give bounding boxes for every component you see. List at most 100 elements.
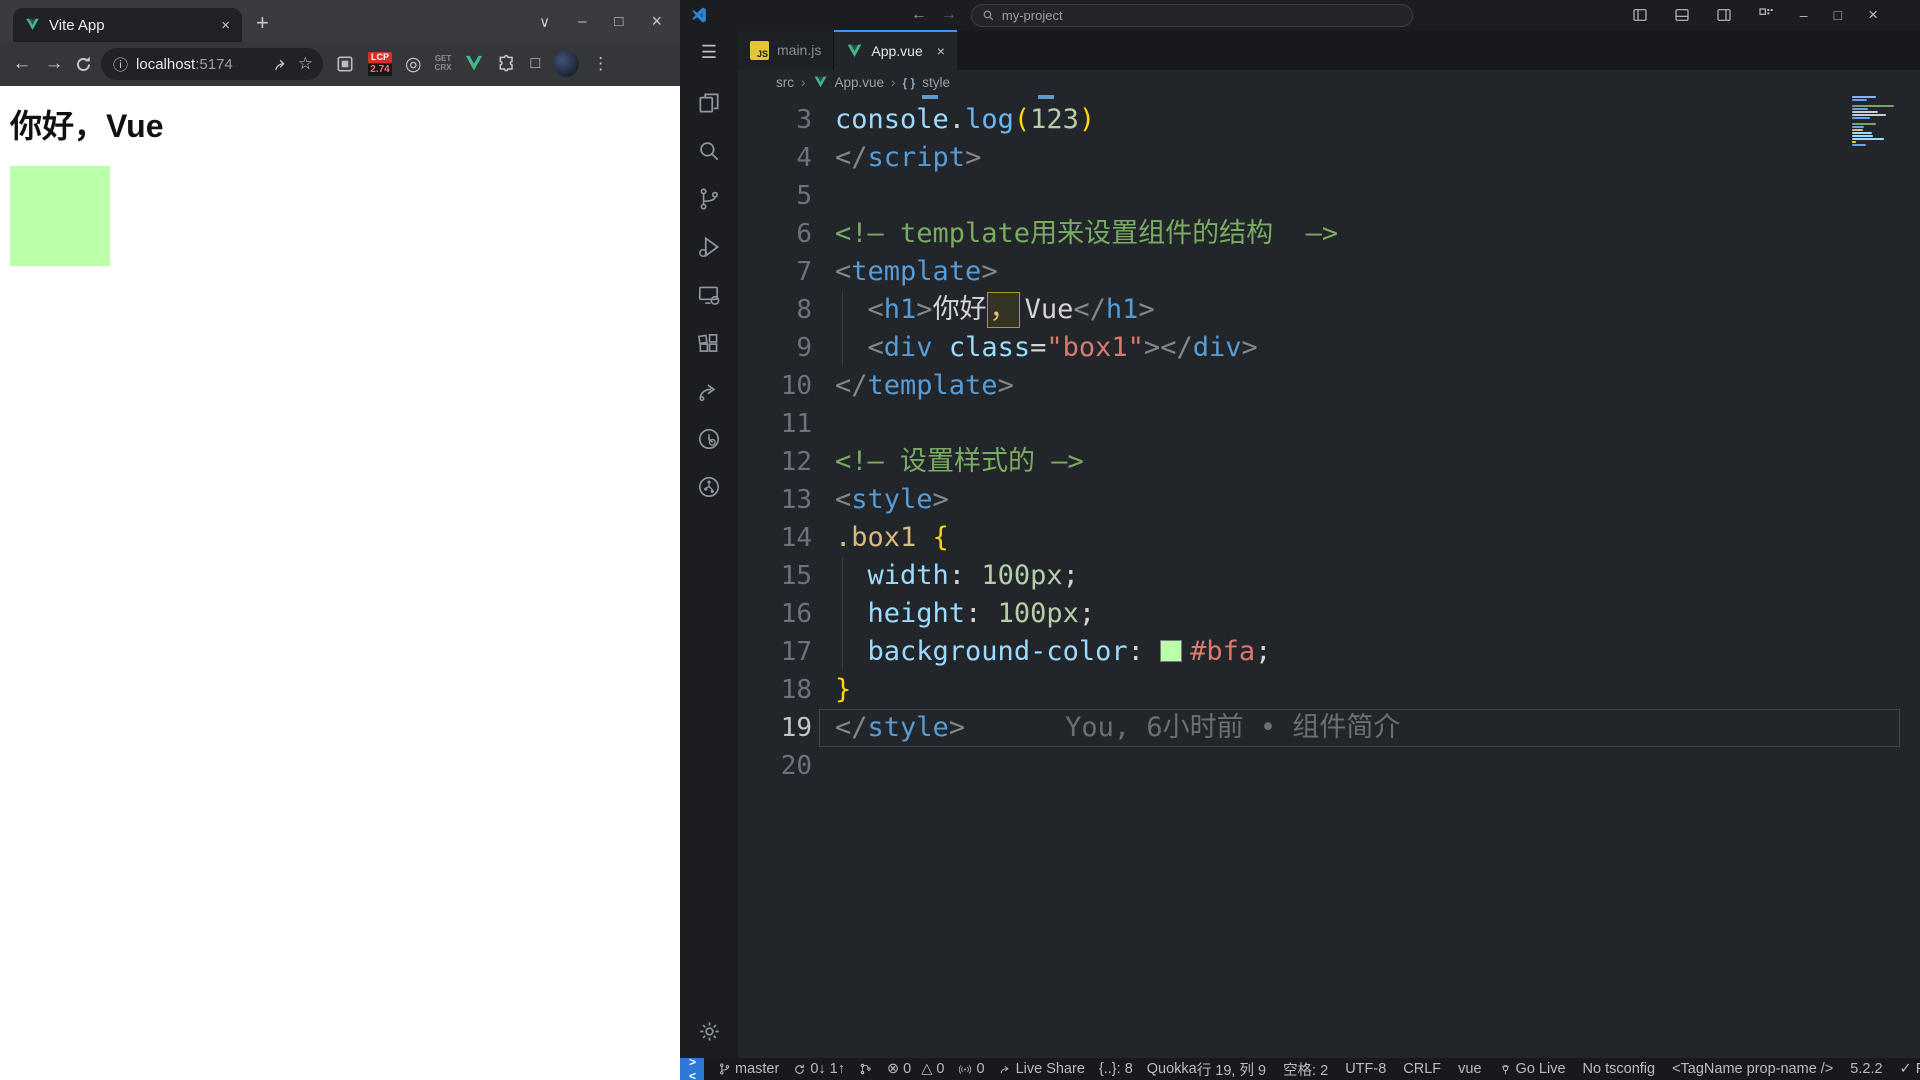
search-sidebar-icon[interactable] <box>680 127 738 175</box>
code-line-8[interactable]: 8 <h1>你好， Vue</h1> <box>738 291 1920 329</box>
status-problems[interactable]: ⊗ 0 △ 0 <box>887 1061 944 1077</box>
vscode-minimize-button[interactable]: – <box>1800 7 1808 23</box>
vscode-maximize-button[interactable]: □ <box>1834 7 1842 23</box>
browser-minimize-button[interactable]: – <box>578 13 586 30</box>
new-tab-button[interactable]: + <box>256 10 269 36</box>
status-sync[interactable]: 0↓ 1↑ <box>793 1061 845 1077</box>
browser-profile-avatar[interactable] <box>553 51 580 77</box>
line-number: 14 <box>780 523 812 553</box>
browser-close-button[interactable]: × <box>651 11 662 32</box>
code-editor[interactable]: 23console.log(123)4</script>56<!— templa… <box>738 95 1920 1058</box>
status-prettier[interactable]: ✓ Prettier <box>1900 1061 1920 1077</box>
status-quokka[interactable]: Quokka <box>1147 1061 1197 1077</box>
get-crx-extension-icon[interactable]: GET CRX <box>434 54 452 73</box>
status-cursor-position[interactable]: 行 19, 列 9 <box>1197 1059 1266 1080</box>
browser-maximize-button[interactable]: □ <box>614 13 623 30</box>
status-live-share[interactable]: Live Share <box>999 1061 1085 1077</box>
minimap[interactable] <box>1852 95 1906 150</box>
tab-app-vue-close-icon[interactable]: × <box>937 43 945 59</box>
browser-menu-dots-icon[interactable]: ⋮ <box>592 54 609 74</box>
code-line-13[interactable]: 13 <style> <box>738 481 1920 519</box>
menu-burger-icon[interactable]: ☰ <box>701 42 717 63</box>
code-line-9[interactable]: 9 <div class="box1"></div> <box>738 329 1920 367</box>
run-debug-icon[interactable] <box>680 223 738 271</box>
javascript-file-icon: JS <box>750 40 769 60</box>
site-info-icon[interactable]: ⓘ <box>113 54 128 75</box>
lcp-value: 2.74 <box>368 64 392 76</box>
status-version[interactable]: 5.2.2 <box>1850 1061 1882 1077</box>
code-line-16[interactable]: 16 height: 100px; <box>738 595 1920 633</box>
remote-explorer-icon[interactable] <box>680 271 738 319</box>
line-number: 20 <box>780 751 812 781</box>
code-line-18[interactable]: 18} <box>738 671 1920 709</box>
extensions-icon[interactable] <box>680 319 738 367</box>
status-brackets-count[interactable]: {..}: 8 <box>1099 1061 1133 1077</box>
status-ports[interactable]: 0 <box>958 1061 985 1077</box>
live-share-icon[interactable] <box>680 367 738 415</box>
browser-profile-chevron-icon[interactable]: ∨ <box>539 13 550 31</box>
status-tagname-hint[interactable]: <TagName prop-name /> <box>1672 1061 1833 1077</box>
code-line-6[interactable]: 6 <!— template用来设置组件的结构 —> <box>738 215 1920 253</box>
code-line-7[interactable]: 7 <template> <box>738 253 1920 291</box>
code-line-14[interactable]: 14 .box1 { <box>738 519 1920 557</box>
back-icon[interactable]: ← <box>10 53 34 75</box>
editor-back-icon[interactable]: ← <box>911 6 927 24</box>
status-git-graph[interactable] <box>859 1062 873 1076</box>
address-bar[interactable]: ⓘ localhost:5174 ☆ <box>101 48 323 80</box>
bookmark-star-icon[interactable]: ☆ <box>298 54 313 74</box>
code-line-4[interactable]: 4 </script> <box>738 139 1920 177</box>
customize-layout-icon[interactable] <box>1758 7 1774 23</box>
extensions-puzzle-icon[interactable] <box>497 54 517 74</box>
status-tsconfig[interactable]: No tsconfig <box>1583 1061 1656 1077</box>
line-number: 3 <box>796 105 812 135</box>
line-number: 11 <box>780 409 812 439</box>
explorer-icon[interactable] <box>680 79 738 127</box>
toggle-secondary-sidebar-icon[interactable] <box>1716 7 1732 23</box>
code-line-12[interactable]: 12 <!— 设置样式的 —> <box>738 443 1920 481</box>
line-number: 15 <box>780 561 812 591</box>
extension-square-icon[interactable] <box>335 54 355 74</box>
tab-main-js[interactable]: JS main.js <box>738 30 835 70</box>
status-go-live[interactable]: Go Live <box>1499 1061 1566 1077</box>
breadcrumb-symbol[interactable]: style <box>922 75 950 90</box>
code-line-19[interactable]: 19 </style> You, 6小时前 • 组件简介 <box>738 709 1920 747</box>
side-panel-icon[interactable]: □ <box>530 55 540 73</box>
vue-devtools-icon[interactable] <box>464 55 484 73</box>
tab-close-icon[interactable]: × <box>221 17 230 34</box>
status-language-mode[interactable]: vue <box>1458 1061 1481 1077</box>
editor-forward-icon[interactable]: → <box>941 6 957 24</box>
code-line-20[interactable]: 20 <box>738 747 1920 785</box>
status-indentation[interactable]: 空格: 2 <box>1283 1059 1328 1080</box>
code-line-3[interactable]: 3 console.log(123) <box>738 101 1920 139</box>
source-control-icon[interactable] <box>680 175 738 223</box>
code-line-11[interactable]: 11 <box>738 405 1920 443</box>
toggle-panel-icon[interactable] <box>1674 7 1690 23</box>
gitlens-icon[interactable] <box>680 415 738 463</box>
target-extension-icon[interactable]: ◎ <box>405 53 422 76</box>
get-crx-line2: CRX <box>434 63 452 72</box>
lcp-label: LCP <box>368 52 392 63</box>
status-encoding[interactable]: UTF-8 <box>1345 1061 1386 1077</box>
share-icon[interactable] <box>273 56 290 73</box>
status-branch[interactable]: master <box>718 1061 779 1077</box>
git-graph-icon[interactable] <box>680 463 738 511</box>
toggle-sidebar-icon[interactable] <box>1632 7 1648 23</box>
breadcrumb-src[interactable]: src <box>776 75 794 90</box>
code-line-5[interactable]: 5 <box>738 177 1920 215</box>
vscode-close-button[interactable]: × <box>1868 5 1878 25</box>
remote-indicator[interactable]: >< <box>680 1055 705 1080</box>
breadcrumb-file[interactable]: App.vue <box>835 75 885 90</box>
graph-icon <box>860 1063 871 1075</box>
vscode-title-bar: ← → my-project – □ × <box>680 0 1920 30</box>
code-line-17[interactable]: 17 background-color: #bfa; <box>738 633 1920 671</box>
web-vitals-lcp-icon[interactable]: LCP 2.74 <box>368 52 392 76</box>
code-line-15[interactable]: 15 width: 100px; <box>738 557 1920 595</box>
status-eol[interactable]: CRLF <box>1403 1061 1441 1077</box>
forward-icon[interactable]: → <box>42 53 66 75</box>
settings-gear-icon[interactable] <box>697 1019 722 1044</box>
command-center-search[interactable]: my-project <box>970 3 1413 27</box>
reload-icon[interactable] <box>74 55 93 74</box>
tab-app-vue[interactable]: App.vue × <box>834 30 957 70</box>
browser-tab-vite-app[interactable]: Vite App × <box>13 8 242 42</box>
code-line-10[interactable]: 10 </template> <box>738 367 1920 405</box>
